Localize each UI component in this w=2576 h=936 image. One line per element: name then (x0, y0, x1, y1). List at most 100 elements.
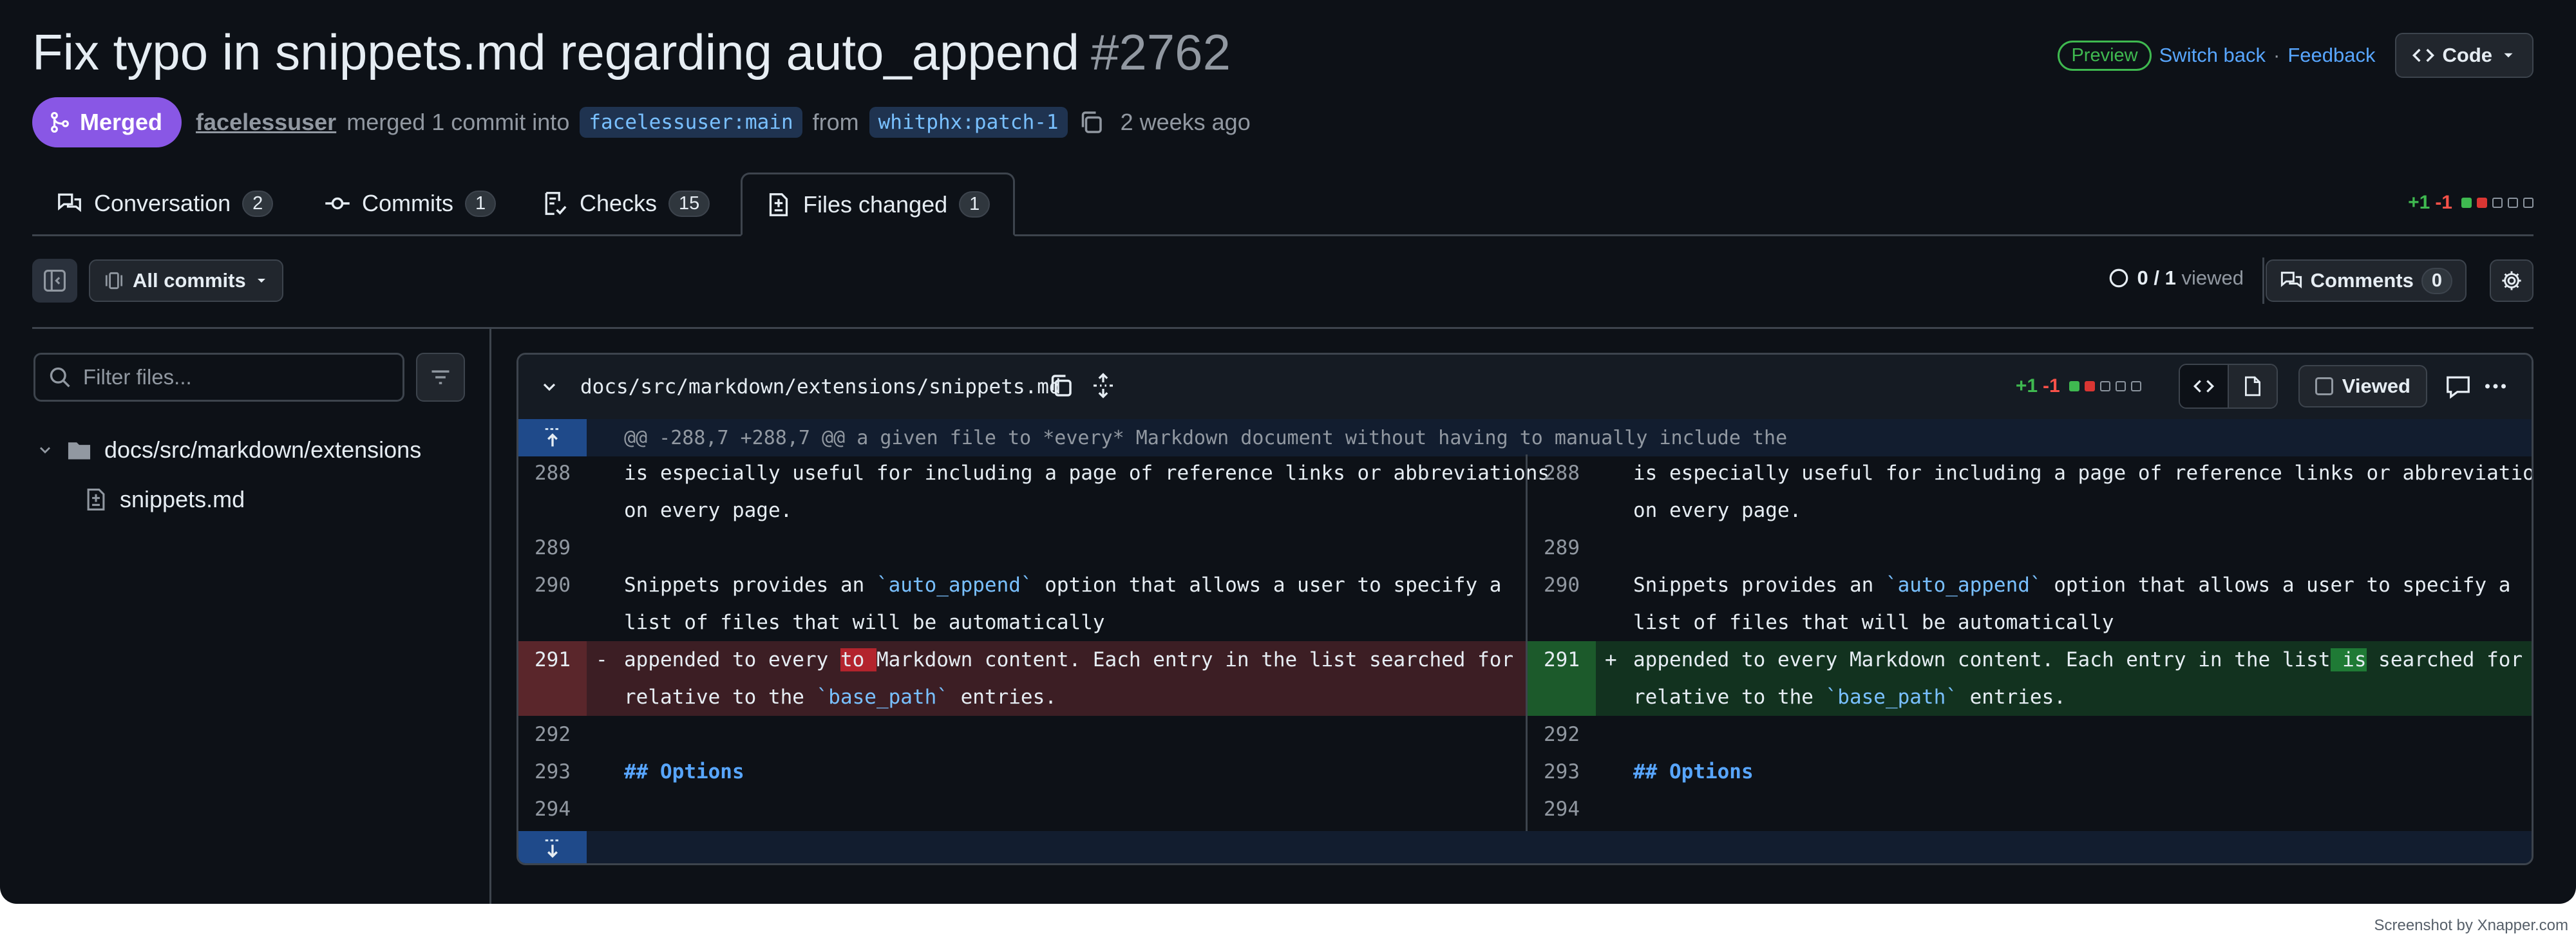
diffstat-square (2477, 198, 2487, 208)
folder-icon (68, 442, 91, 460)
diff-line: 289 (518, 529, 1526, 566)
code-text: Markdown content. Each entry in the list… (876, 648, 1514, 671)
feedback-link[interactable]: Feedback (2287, 44, 2375, 67)
hunk-band (587, 831, 2532, 863)
line-number[interactable]: 289 (1528, 529, 1596, 566)
filter-options-button[interactable] (416, 353, 465, 402)
copy-icon[interactable] (1078, 109, 1104, 135)
comments-button[interactable]: Comments 0 (2265, 259, 2467, 302)
code-line: Snippets provides an `auto_append` optio… (1633, 566, 2510, 604)
view-rich-diff-button[interactable] (2228, 365, 2277, 407)
pr-number: #2762 (1091, 24, 1231, 80)
author-link[interactable]: facelessuser (196, 109, 336, 136)
code-text: relative to the (624, 686, 817, 709)
tab-conversation[interactable]: Conversation 2 (57, 173, 274, 234)
file-diff-icon (769, 192, 788, 216)
kebab-horizontal-icon[interactable] (2483, 373, 2508, 399)
tab-conversation-label: Conversation (94, 190, 231, 216)
tab-files-changed-count: 1 (959, 191, 990, 218)
comment-icon[interactable] (2445, 373, 2471, 399)
code-text: appended to every (624, 648, 840, 671)
line-number[interactable]: 294 (518, 791, 587, 828)
line-number[interactable]: 291 (1528, 641, 1596, 716)
diffstat-square (2461, 198, 2472, 208)
line-number[interactable]: 293 (1528, 753, 1596, 791)
expand-down-row (518, 831, 2532, 863)
file-path[interactable]: docs/src/markdown/extensions/snippets.md (580, 375, 1061, 398)
search-icon (50, 367, 70, 388)
diffstat-square (2069, 381, 2079, 391)
diff-settings-button[interactable] (2490, 259, 2533, 302)
filter-files-input[interactable]: Filter files... (33, 353, 404, 402)
filter-files-placeholder: Filter files... (83, 365, 192, 389)
expand-down-button[interactable] (518, 831, 587, 863)
line-number[interactable]: 289 (518, 529, 587, 566)
tab-files-changed[interactable]: Files changed 1 (741, 173, 1016, 236)
switch-back-link[interactable]: Switch back (2159, 44, 2266, 67)
code-line: list of files that will be automatically (624, 611, 1105, 634)
code-button[interactable]: Code (2394, 33, 2533, 78)
diff-line: 293 ## Options (1528, 753, 2532, 791)
code-text: appended to every Markdown content. Each… (1633, 648, 2331, 671)
line-number[interactable]: 292 (518, 716, 587, 753)
chevron-down-icon (40, 447, 50, 454)
tree-file[interactable]: snippets.md (84, 486, 245, 513)
chevron-down-icon[interactable] (539, 377, 560, 397)
inline-code: `base_path` (1825, 686, 1958, 709)
expand-up-button[interactable] (518, 419, 587, 456)
addition-marker: + (1605, 648, 1617, 671)
line-number[interactable]: 290 (1528, 566, 1596, 641)
toggle-file-tree-button[interactable] (32, 259, 77, 303)
line-number[interactable]: 293 (518, 753, 587, 791)
viewed-checkbox[interactable] (2315, 377, 2333, 395)
line-number[interactable]: 288 (518, 454, 587, 529)
tab-commits[interactable]: Commits 1 (325, 173, 497, 234)
diff-right-side: 288 is especially useful for including a… (1528, 454, 2532, 834)
all-commits-dropdown[interactable]: All commits (89, 259, 283, 302)
code-line: is especially useful for including a pag… (624, 462, 1550, 485)
diffstat-square (2492, 198, 2503, 208)
code-button-label: Code (2442, 44, 2493, 66)
viewed-progress: 0 / 1 viewed (2108, 267, 2244, 290)
base-branch[interactable]: facelessuser:main (580, 107, 802, 138)
merged-text: merged 1 commit into (346, 109, 570, 135)
diffstat-square (2508, 198, 2518, 208)
tab-files-changed-label: Files changed (803, 191, 948, 218)
circle-icon (2109, 268, 2128, 288)
code-line: relative to the `base_path` entries. (624, 679, 1500, 716)
fold-up-icon (545, 428, 560, 447)
file-diff: docs/src/markdown/extensions/snippets.md… (516, 353, 2533, 865)
markdown-heading: ## Options (624, 760, 744, 783)
view-source-button[interactable] (2179, 365, 2229, 407)
code-line: list of files that will be automatically (1633, 611, 2114, 634)
viewed-checkbox-button[interactable]: Viewed (2298, 365, 2427, 407)
line-number[interactable]: 290 (518, 566, 587, 641)
line-number[interactable]: 291 (518, 641, 587, 716)
toolbar-separator (32, 327, 2533, 329)
comment-discussion-icon (58, 193, 81, 212)
pr-title: Fix typo in snippets.md regarding auto_a… (32, 24, 1080, 80)
head-branch[interactable]: whitphx:patch-1 (869, 107, 1068, 138)
copy-icon[interactable] (1048, 373, 1074, 398)
all-commits-label: All commits (133, 269, 246, 292)
line-number[interactable]: 288 (1528, 454, 1596, 529)
code-icon (2412, 48, 2434, 62)
line-number[interactable]: 292 (1528, 716, 1596, 753)
expand-all-icon[interactable] (1090, 373, 1116, 398)
tab-commits-count: 1 (465, 190, 497, 217)
markdown-heading: ## Options (1633, 760, 1754, 783)
header-actions: Preview Switch back · Feedback Code (2058, 33, 2533, 78)
tab-checks[interactable]: Checks 15 (542, 173, 710, 234)
diff-line: 294 (518, 791, 1526, 828)
pr-deletions: -1 (2435, 192, 2452, 213)
diffstat-square (2523, 198, 2533, 208)
tree-folder[interactable]: docs/src/markdown/extensions (36, 436, 421, 463)
github-window: Fix typo in snippets.md regarding auto_a… (0, 0, 2576, 904)
view-toggle (2178, 364, 2278, 409)
added-line: 291 + appended to every Markdown content… (1528, 641, 2532, 716)
stack-icon (105, 272, 123, 290)
line-number[interactable]: 294 (1528, 791, 1596, 828)
inline-code: `auto_append` (876, 574, 1033, 597)
diff-line: 293 ## Options (518, 753, 1526, 791)
tab-commits-label: Commits (362, 190, 453, 216)
